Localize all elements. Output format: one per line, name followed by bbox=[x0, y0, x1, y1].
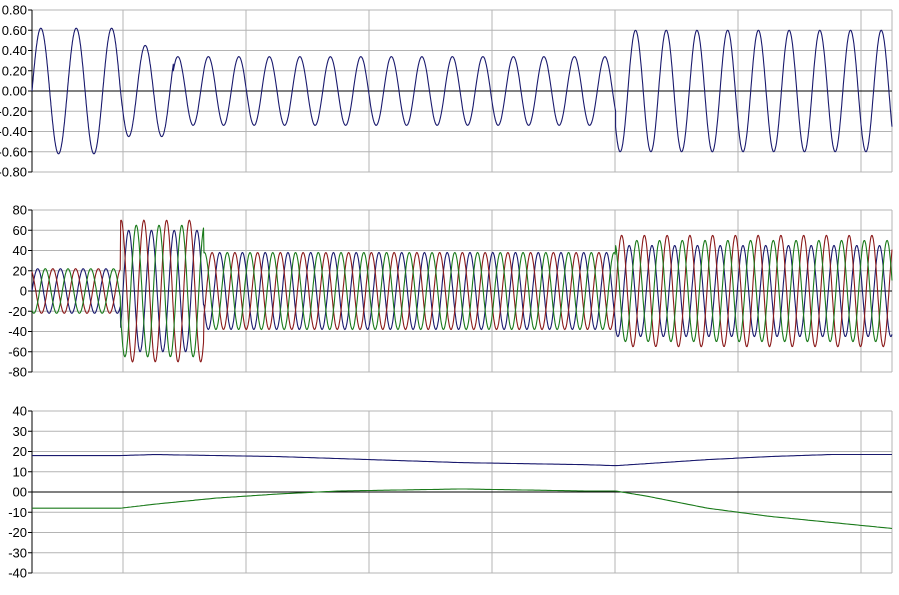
y-tick-label: 20 bbox=[13, 444, 27, 459]
y-tick-label: -20 bbox=[8, 304, 27, 319]
y-tick-label: 00 bbox=[13, 485, 27, 500]
y-tick-label: -0.40 bbox=[0, 124, 27, 139]
oscillogram-canvas: 0.80 0.60 0.40 0.20 0.00 -0.20 -0.40 -0.60 -0.80… bbox=[0, 3, 893, 581]
y-tick-label: 10 bbox=[13, 464, 27, 479]
y-tick-label: 0.20 bbox=[2, 63, 27, 78]
y-tick-label: -80 bbox=[8, 365, 27, 380]
series-line-2-1 bbox=[32, 488, 893, 530]
y-tick-label: 0.60 bbox=[2, 23, 27, 38]
y-tick-label: -30 bbox=[8, 545, 27, 560]
panel-trend: 40 30 20 10 00 -10 -20 -30 -40 bbox=[8, 404, 893, 581]
y-tick-label: -40 bbox=[8, 566, 27, 581]
panel-three-phase-current: 80 60 40 20 0 -20 -40 -60 -80 bbox=[8, 203, 893, 380]
y-tick-label: 0.00 bbox=[2, 84, 27, 99]
y-tick-label: 60 bbox=[13, 223, 27, 238]
y-tick-label: -0.60 bbox=[0, 144, 27, 159]
y-tick-label: -40 bbox=[8, 324, 27, 339]
y-tick-label: -20 bbox=[8, 525, 27, 540]
y-tick-label: 80 bbox=[13, 203, 27, 218]
y-tick-label: 0 bbox=[20, 284, 27, 299]
y-tick-label: 0.40 bbox=[2, 43, 27, 58]
y-tick-label: -0.20 bbox=[0, 104, 27, 119]
y-tick-label: 0.80 bbox=[2, 3, 27, 18]
panel-voltage: 0.80 0.60 0.40 0.20 0.00 -0.20 -0.40 -0.60 -0.80 bbox=[0, 3, 893, 180]
y-tick-label: 40 bbox=[13, 404, 27, 419]
y-tick-label: -10 bbox=[8, 505, 27, 520]
y-tick-label: -60 bbox=[8, 344, 27, 359]
y-tick-label: 40 bbox=[13, 243, 27, 258]
y-tick-label: 20 bbox=[13, 263, 27, 278]
y-tick-label: -0.80 bbox=[0, 165, 27, 180]
y-tick-label: 30 bbox=[13, 424, 27, 439]
series-line-2-0 bbox=[32, 453, 892, 467]
